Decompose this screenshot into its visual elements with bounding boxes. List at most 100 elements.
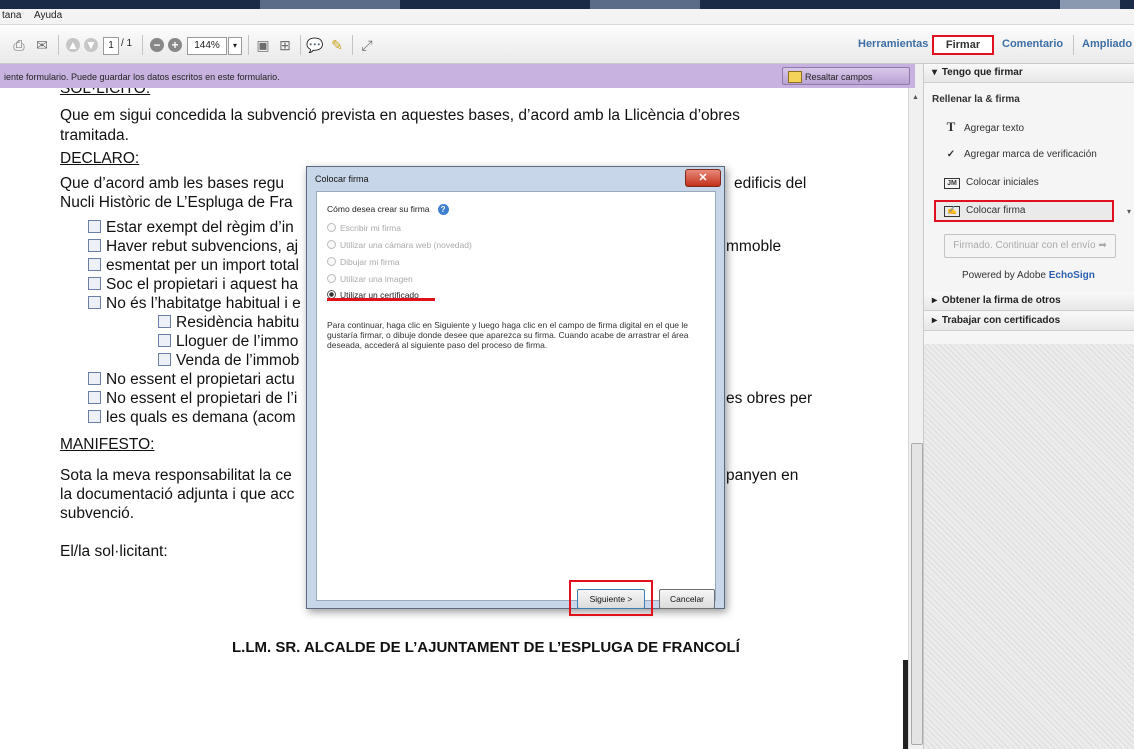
checkbox-item[interactable]: No essent el propietari de l’i xyxy=(88,390,297,408)
prev-page-icon[interactable]: ▲ xyxy=(66,38,80,52)
toolbar-separator xyxy=(248,35,249,55)
checkbox[interactable] xyxy=(88,296,101,309)
add-checkmark-item[interactable]: ✓ Agregar marca de verificación xyxy=(944,146,1097,164)
doc-text: subvenció. xyxy=(60,505,135,522)
checkbox[interactable] xyxy=(88,277,101,290)
expand-icon[interactable]: ⤢ xyxy=(358,37,376,53)
tab-ampliado[interactable]: Ampliado xyxy=(1082,38,1132,50)
close-icon[interactable]: ✕ xyxy=(685,169,721,187)
checkbox-item[interactable]: Estar exempt del règim d’in xyxy=(88,219,294,237)
checkbox-item[interactable]: No és l’habitatge habitual i e xyxy=(88,295,301,313)
email-icon[interactable]: ✉ xyxy=(32,37,52,53)
dialog-title: Colocar firma xyxy=(315,174,369,184)
zoom-input[interactable]: 144% xyxy=(187,37,227,55)
checkbox[interactable] xyxy=(158,315,171,328)
fit-width-icon[interactable]: ⊞ xyxy=(276,37,294,53)
scroll-up-icon[interactable]: ▲ xyxy=(912,94,919,101)
window-edge xyxy=(903,660,908,749)
radio-button[interactable] xyxy=(327,223,336,232)
tab-herramientas[interactable]: Herramientas xyxy=(858,38,928,50)
checkbox[interactable] xyxy=(88,372,101,385)
place-signature-dialog: Colocar firma ✕ Cómo desea crear su firm… xyxy=(306,166,725,616)
next-button[interactable]: Siguiente > xyxy=(577,589,645,609)
doc-footer-addressee: L.LM. SR. ALCALDE DE L’AJUNTAMENT DE L’E… xyxy=(232,639,740,656)
comment-icon[interactable]: 💬 xyxy=(306,37,324,53)
menu-ventana[interactable]: tana xyxy=(2,10,21,21)
doc-text: Que em sigui concedida la subvenció prev… xyxy=(60,107,740,124)
print-icon[interactable]: ⎙ xyxy=(10,37,28,53)
radio-camara[interactable]: Utilizar una cámara web (novedad) xyxy=(327,240,472,250)
checkbox-item[interactable]: les quals es demana (acom xyxy=(88,409,296,427)
place-initials-item[interactable]: JM Colocar iniciales xyxy=(944,174,1039,192)
vertical-scrollbar[interactable]: ▲ xyxy=(908,88,924,749)
highlight-icon[interactable]: ✎ xyxy=(328,37,346,53)
echosign-link[interactable]: EchoSign xyxy=(1049,270,1095,281)
checkbox-item[interactable]: Haver rebut subvencions, aj xyxy=(88,238,298,256)
panel-section-obtener-firma[interactable]: ▸ Obtener la firma de otros xyxy=(924,292,1134,311)
radio-dibujar[interactable]: Dibujar mi firma xyxy=(327,257,400,267)
toolbar-separator xyxy=(300,35,301,55)
highlight-fields-button[interactable]: Resaltar campos existentes xyxy=(782,67,910,100)
checkbox[interactable] xyxy=(88,258,101,271)
checkbox[interactable] xyxy=(158,334,171,347)
checkbox-item[interactable]: esmentat per un import total xyxy=(88,257,299,275)
doc-heading-declaro: DECLARO: xyxy=(60,150,140,167)
radio-imagen[interactable]: Utilizar una imagen xyxy=(327,274,413,284)
radio-button[interactable] xyxy=(327,274,336,283)
signed-continue-label: Firmado. Continuar con el envío xyxy=(953,240,1096,251)
info-icon[interactable]: ? xyxy=(437,204,449,215)
item-dropdown-icon[interactable]: ▾ xyxy=(1127,207,1131,216)
checkbox-item[interactable]: Venda de l’immob xyxy=(158,352,299,370)
add-text-label: Agregar texto xyxy=(964,123,1025,134)
radio-label: Utilizar una imagen xyxy=(340,274,413,284)
checkbox-label: Soc el propietari i aquest ha xyxy=(106,276,299,293)
doc-text: mmoble xyxy=(726,238,782,255)
zoom-out-icon[interactable]: − xyxy=(150,38,164,52)
window-controls[interactable] xyxy=(1060,0,1120,9)
checkbox[interactable] xyxy=(88,220,101,233)
add-text-item[interactable]: T Agregar texto xyxy=(944,118,1024,136)
next-page-icon[interactable]: ▼ xyxy=(84,38,98,52)
place-signature-item[interactable]: ✍ Colocar firma xyxy=(934,200,1114,222)
panel-section-title: Trabajar con certificados xyxy=(941,315,1061,326)
initials-icon: JM xyxy=(944,178,960,189)
toolbar-separator xyxy=(1073,35,1074,55)
collapsed-arrow-icon: ▸ xyxy=(932,315,938,326)
fit-page-icon[interactable]: ▣ xyxy=(254,37,272,53)
checkbox[interactable] xyxy=(158,353,171,366)
window-title-strip xyxy=(0,0,1134,9)
checkbox[interactable] xyxy=(88,391,101,404)
panel-section-tengo-que-firmar[interactable]: ▾ Tengo que firmar xyxy=(924,64,1134,83)
checkbox[interactable] xyxy=(88,239,101,252)
title-strip-shine xyxy=(590,0,700,9)
checkbox-item[interactable]: No essent el propietari actu xyxy=(88,371,295,389)
menu-ayuda[interactable]: Ayuda xyxy=(34,10,62,21)
radio-button[interactable] xyxy=(327,257,336,266)
signed-continue-button[interactable]: Firmado. Continuar con el envío ➡ xyxy=(944,234,1116,258)
checkbox-item[interactable]: Lloguer de l’immo xyxy=(158,333,298,351)
radio-button[interactable] xyxy=(327,240,336,249)
checkbox[interactable] xyxy=(88,410,101,423)
scrollbar-thumb[interactable] xyxy=(911,443,923,745)
toolbar-separator xyxy=(58,35,59,55)
tab-firmar[interactable]: Firmar xyxy=(932,35,994,55)
doc-text: edificis del xyxy=(734,175,807,192)
place-initials-label: Colocar iniciales xyxy=(966,177,1039,188)
panel-section-title: Obtener la firma de otros xyxy=(941,295,1061,306)
radio-escribir[interactable]: Escribir mi firma xyxy=(327,223,401,233)
checkbox-label: Residència habitu xyxy=(176,314,300,331)
form-notification-bar: iente formulario. Puede guardar los dato… xyxy=(0,64,915,100)
zoom-in-icon[interactable]: + xyxy=(168,38,182,52)
zoom-dropdown-icon[interactable]: ▾ xyxy=(228,37,242,55)
doc-text: tramitada. xyxy=(60,127,129,144)
page-number-input[interactable]: 1 xyxy=(103,37,119,55)
dialog-question-text: Cómo desea crear su firma xyxy=(327,204,430,214)
panel-section-certificados[interactable]: ▸ Trabajar con certificados xyxy=(924,312,1134,331)
cancel-button[interactable]: Cancelar xyxy=(659,589,715,609)
doc-text: la documentació adjunta i que acc xyxy=(60,486,295,503)
toolbar-separator xyxy=(352,35,353,55)
tab-comentario[interactable]: Comentario xyxy=(1002,38,1063,50)
checkbox-item[interactable]: Soc el propietari i aquest ha xyxy=(88,276,298,294)
checkbox-item[interactable]: Residència habitu xyxy=(158,314,299,332)
dialog-instructions: Para continuar, haga clic en Siguiente y… xyxy=(327,320,689,350)
